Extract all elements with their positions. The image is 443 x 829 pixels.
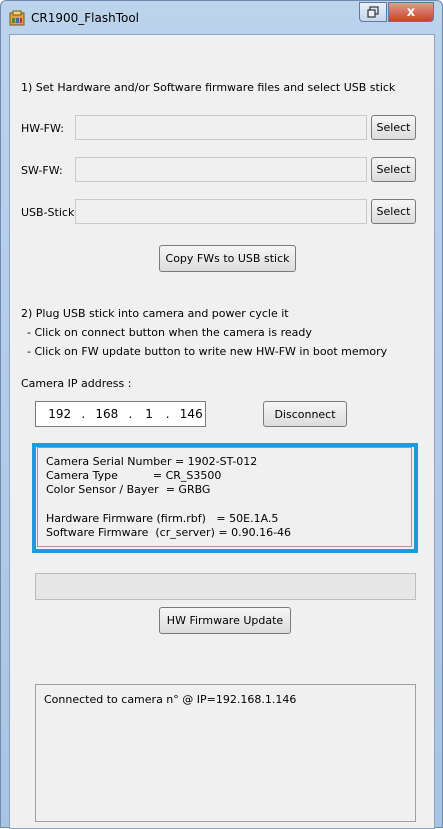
sw-fw-select-button[interactable]: Select — [371, 157, 416, 182]
camera-info-line: Software Firmware (cr_server) = 0.90.16-… — [46, 526, 292, 539]
disconnect-button[interactable]: Disconnect — [263, 401, 347, 427]
usb-stick-select-button[interactable]: Select — [371, 199, 416, 224]
camera-info-line: Camera Type = CR_S3500 — [46, 469, 222, 482]
ip-octet-3: 1 — [145, 407, 153, 421]
camera-info-line: Hardware Firmware (firm.rbf) = 50E.1A.5 — [46, 512, 279, 525]
log-text: Connected to camera n° @ IP=192.168.1.14… — [44, 693, 297, 706]
ip-octet-1: 192 — [48, 407, 72, 421]
step1-instruction: 1) Set Hardware and/or Software firmware… — [21, 81, 396, 94]
ip-separator: . — [81, 407, 86, 421]
update-progress-bar — [35, 573, 416, 600]
copy-fws-button[interactable]: Copy FWs to USB stick — [159, 245, 296, 272]
hw-fw-select-button[interactable]: Select — [371, 115, 416, 140]
title-bar[interactable]: CR1900_FlashTool x — [1, 1, 442, 35]
ip-separator: . — [165, 407, 170, 421]
sw-fw-label: SW-FW: — [21, 164, 63, 177]
restore-button[interactable] — [359, 2, 387, 22]
ip-octet-2: 168 — [95, 407, 119, 421]
step2-hint-update: - Click on FW update button to write new… — [27, 345, 388, 358]
log-panel[interactable]: Connected to camera n° @ IP=192.168.1.14… — [35, 684, 416, 822]
window-title: CR1900_FlashTool — [31, 11, 140, 25]
camera-info-line: Camera Serial Number = 1902-ST-012 — [46, 455, 258, 468]
usb-stick-field[interactable] — [75, 199, 367, 224]
close-icon: x — [406, 4, 416, 20]
camera-ip-input[interactable]: 192 . 168 . 1 . 146 — [35, 401, 206, 427]
usb-stick-label: USB-Stick: — [21, 206, 79, 219]
hw-firmware-update-button[interactable]: HW Firmware Update — [159, 607, 291, 634]
step2-hint-connect: - Click on connect button when the camer… — [27, 326, 312, 339]
camera-info-line: Color Sensor / Bayer = GRBG — [46, 483, 211, 496]
ip-octet-4: 146 — [179, 407, 203, 421]
step2-instruction: 2) Plug USB stick into camera and power … — [21, 307, 289, 320]
app-window: CR1900_FlashTool x 1) Set Hardware and/o… — [0, 0, 443, 829]
close-button[interactable]: x — [388, 2, 434, 22]
ip-separator: . — [128, 407, 133, 421]
restore-icon — [367, 6, 379, 18]
hw-fw-field[interactable] — [75, 115, 367, 140]
sw-fw-field[interactable] — [75, 157, 367, 182]
hw-fw-label: HW-FW: — [21, 122, 64, 135]
camera-ip-label: Camera IP address : — [21, 377, 132, 390]
camera-info-panel: Camera Serial Number = 1902-ST-012 Camer… — [37, 447, 412, 547]
app-icon — [9, 10, 25, 26]
